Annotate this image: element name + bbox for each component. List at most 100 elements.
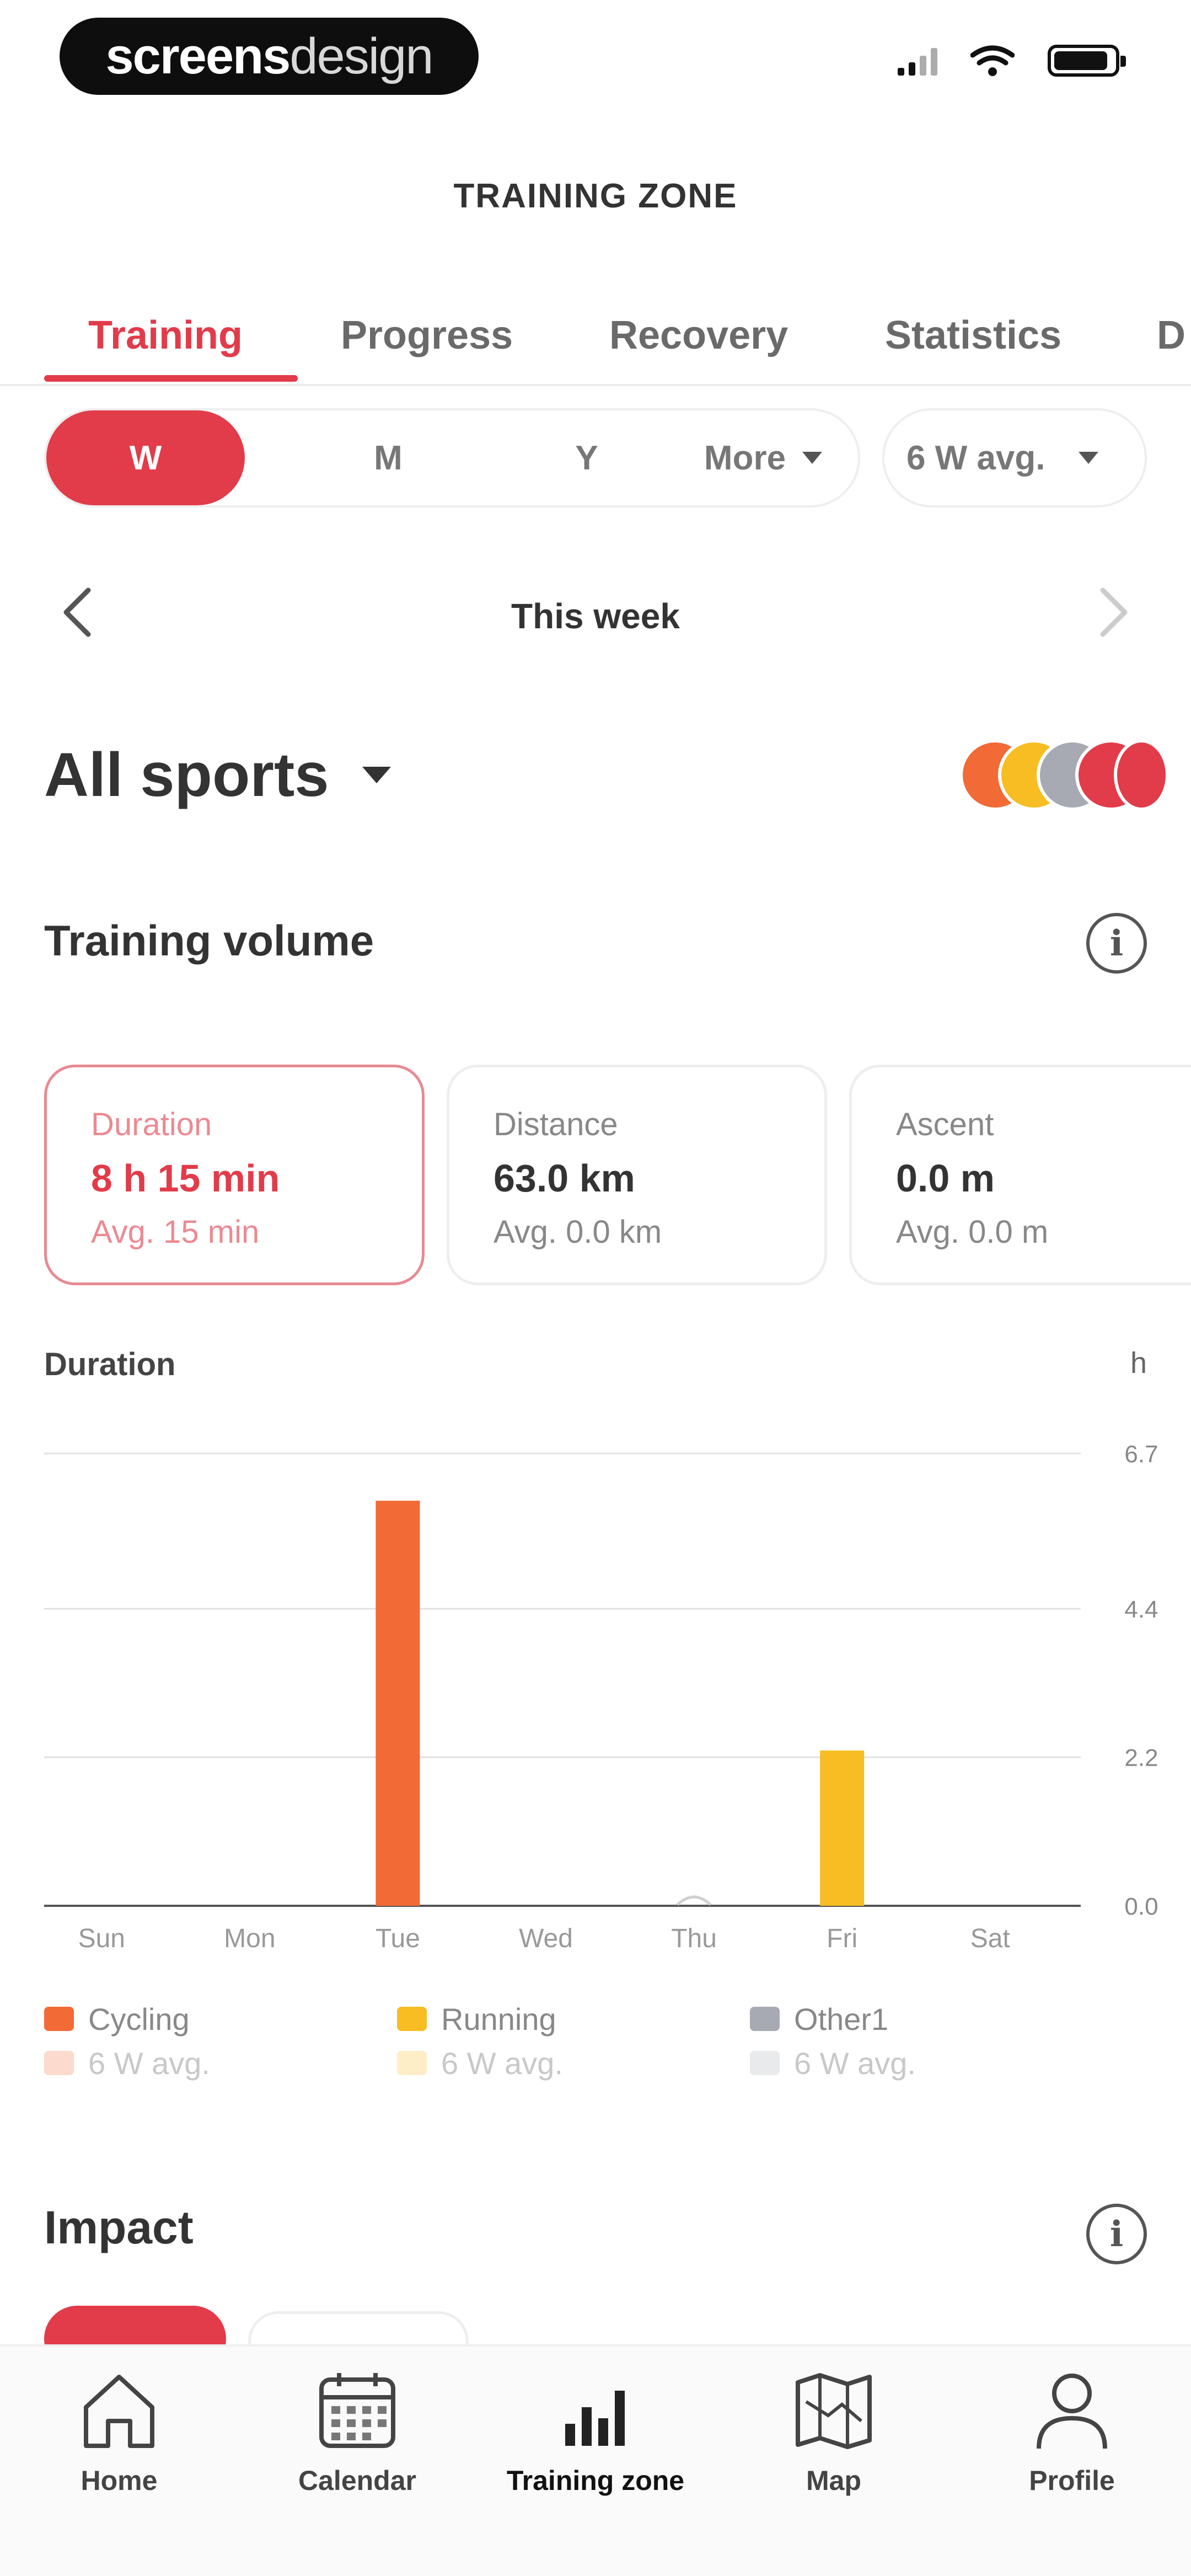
sport-filter-icons[interactable] (904, 739, 1169, 816)
brand-logo-bold: screens (105, 28, 291, 84)
y-tick-label: 4.4 (1124, 1596, 1158, 1623)
period-more-label: More (704, 439, 786, 477)
legend-cycling-row: Cycling (44, 1997, 210, 2041)
duration-card-avg: Avg. 15 min (91, 1214, 260, 1250)
tab-progress[interactable]: Progress (341, 287, 513, 384)
legend-other-avg-swatch (750, 2051, 780, 2075)
nav-training-zone[interactable]: Training zone (476, 2347, 715, 2576)
legend-running-swatch (397, 2007, 427, 2031)
legend-running-row: Running (397, 1997, 563, 2041)
duration-card-value: 8 h 15 min (91, 1157, 280, 1200)
tab-training[interactable]: Training (88, 287, 243, 384)
nav-calendar-label: Calendar (298, 2465, 416, 2496)
x-tick-label: Sat (970, 1924, 1010, 1953)
period-month[interactable]: M (289, 410, 487, 505)
ascent-card-value: 0.0 m (896, 1157, 995, 1200)
brand-logo: screens design (60, 18, 479, 95)
battery-icon (1048, 45, 1126, 77)
signal-icon (898, 46, 937, 76)
tab-more[interactable]: D (1157, 287, 1185, 384)
period-selector: W M Y More (44, 408, 860, 507)
bar-cycling-tue (375, 1500, 420, 1906)
y-tick-label: 2.2 (1124, 1745, 1158, 1772)
x-tick-label: Tue (375, 1924, 420, 1953)
chevron-right-icon (1100, 587, 1128, 637)
chevron-down-icon (1078, 452, 1098, 464)
chart-title: Duration (44, 1346, 176, 1382)
info-icon[interactable]: i (1086, 913, 1147, 974)
x-tick-label: Mon (224, 1924, 275, 1953)
distance-card-avg: Avg. 0.0 km (493, 1214, 662, 1250)
nav-map[interactable]: Map (715, 2347, 953, 2576)
legend-cycling-avg-label: 6 W avg. (88, 2045, 210, 2081)
period-more[interactable]: More (675, 410, 851, 505)
training-volume-title: Training volume (44, 916, 374, 965)
x-tick-label: Fri (827, 1924, 857, 1953)
ascent-card-avg: Avg. 0.0 m (896, 1214, 1049, 1250)
distance-card-value: 63.0 km (493, 1157, 635, 1200)
distance-card-label: Distance (493, 1107, 618, 1142)
next-week-button[interactable] (1092, 585, 1136, 640)
period-year[interactable]: Y (487, 410, 686, 505)
brand-logo-light: design (289, 28, 433, 84)
week-navigator: This week (0, 563, 1191, 662)
tab-recovery[interactable]: Recovery (609, 287, 788, 384)
x-tick-label: Sun (78, 1924, 125, 1953)
legend-running-avg-swatch (397, 2051, 427, 2075)
tab-active-indicator (44, 375, 298, 382)
legend-cycling-avg-swatch (44, 2051, 74, 2075)
distance-card[interactable]: Distance 63.0 km Avg. 0.0 km (447, 1065, 827, 1285)
x-tick-label: Wed (519, 1924, 573, 1953)
map-icon (796, 2373, 872, 2449)
legend-cycling: Cycling 6 W avg. (44, 1997, 210, 2085)
system-icons (898, 44, 1126, 77)
chevron-down-icon (362, 766, 391, 783)
sport-selector-label: All sports (44, 740, 329, 809)
period-week[interactable]: W (46, 410, 245, 505)
sport-selector[interactable]: All sports (44, 739, 391, 810)
duration-bar-chart: 0.0 2.2 4.4 6.7 Sun Mon Tue Wed Thu Fri Sat (44, 1441, 1158, 1953)
legend-other-row: Other1 (750, 1997, 916, 2041)
nav-training-zone-label: Training zone (506, 2465, 685, 2496)
nav-home[interactable]: Home (0, 2347, 238, 2576)
ascent-card[interactable]: Ascent 0.0 m Avg. 0.0 m (849, 1065, 1191, 1285)
legend-cycling-swatch (44, 2007, 74, 2031)
bottom-navigation: Home Calendar Training zone Map Profile (0, 2344, 1191, 2576)
average-dropdown[interactable]: 6 W avg. (882, 408, 1147, 507)
y-tick-label: 6.7 (1124, 1441, 1158, 1468)
bar-other1-thu (676, 1895, 712, 1906)
page-title: TRAINING ZONE (453, 177, 738, 215)
chevron-down-icon (802, 452, 823, 464)
legend-other: Other1 6 W avg. (750, 1997, 916, 2085)
info-icon[interactable]: i (1086, 2204, 1147, 2264)
tab-bar: Training Progress Recovery Statistics D (0, 287, 1191, 386)
legend-cycling-label: Cycling (88, 2001, 190, 2037)
home-icon (84, 2375, 154, 2448)
legend-running: Running 6 W avg. (397, 1997, 563, 2085)
duration-card-label: Duration (91, 1107, 212, 1142)
bar-running-fri (820, 1750, 865, 1906)
chart-unit: h (1130, 1346, 1147, 1380)
sport-icon-extra (1114, 739, 1169, 811)
nav-calendar[interactable]: Calendar (238, 2347, 476, 2576)
legend-other-avg-label: 6 W avg. (794, 2045, 916, 2081)
legend-other-swatch (750, 2007, 780, 2031)
average-dropdown-label: 6 W avg. (906, 439, 1045, 477)
status-bar: screens design (0, 0, 1191, 121)
tab-statistics[interactable]: Statistics (885, 287, 1061, 384)
impact-title: Impact (44, 2201, 194, 2253)
legend-other-avg-row: 6 W avg. (750, 2041, 916, 2085)
nav-profile-label: Profile (1029, 2465, 1115, 2496)
bar-chart-icon (565, 2391, 625, 2446)
legend-cycling-avg-row: 6 W avg. (44, 2041, 210, 2085)
duration-card[interactable]: Duration 8 h 15 min Avg. 15 min (44, 1065, 425, 1285)
legend-other-label: Other1 (794, 2001, 889, 2037)
legend-running-avg-row: 6 W avg. (397, 2041, 563, 2085)
sport-selector-row: All sports (44, 734, 1169, 822)
nav-profile[interactable]: Profile (953, 2347, 1191, 2576)
calendar-icon (319, 2373, 395, 2448)
profile-icon (1037, 2374, 1107, 2449)
ascent-card-label: Ascent (896, 1107, 994, 1142)
wifi-icon (970, 45, 1015, 76)
nav-home-label: Home (81, 2465, 158, 2496)
